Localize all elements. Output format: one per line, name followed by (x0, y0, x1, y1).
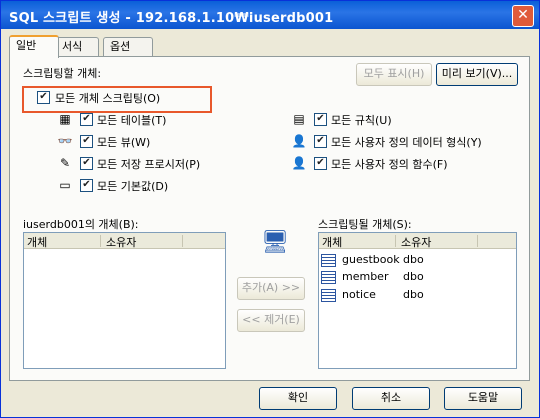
all-user-functions-checkbox[interactable]: ✔ (314, 157, 327, 170)
add-button[interactable]: 추가(A) >> (237, 277, 305, 300)
stored-procedure-icon: ✎ (59, 156, 71, 170)
remove-button[interactable]: << 제거(E) (237, 309, 305, 332)
all-defaults-checkbox[interactable]: ✔ (80, 179, 93, 192)
table-icon (321, 254, 336, 267)
all-procedures-checkbox[interactable]: ✔ (80, 157, 93, 170)
source-list-header: 개체 소유자 (24, 233, 225, 249)
close-button[interactable]: ✕ (512, 5, 534, 27)
preview-button[interactable]: 미리 보기(V)... (436, 63, 518, 86)
column-divider[interactable] (182, 235, 183, 247)
column-divider[interactable] (477, 235, 478, 247)
table-icon: ▦ (59, 112, 71, 126)
table-row[interactable]: guestbook dbo (321, 252, 513, 268)
target-list-label: 스크립팅될 개체(S): (318, 218, 412, 231)
object-owner: dbo (403, 288, 424, 301)
all-user-datatypes-label: 모든 사용자 정의 데이터 형식(Y) (331, 136, 482, 149)
tab-label: 일반 (16, 39, 37, 52)
default-icon: ▭ (59, 178, 71, 192)
table-row[interactable]: notice dbo (321, 287, 513, 303)
object-name: member (342, 270, 389, 283)
table-icon (321, 271, 336, 284)
all-views-checkbox[interactable]: ✔ (80, 135, 93, 148)
script-all-checkbox[interactable]: ✔ (37, 91, 50, 104)
title-bar[interactable]: SQL 스크립트 생성 - 192.168.1.10₩iuserdb001 ✕ (1, 1, 539, 29)
target-list-header: 개체 소유자 (319, 233, 516, 249)
all-rules-checkbox[interactable]: ✔ (314, 113, 327, 126)
show-all-button[interactable]: 모두 표시(H) (356, 63, 432, 86)
object-owner: dbo (403, 253, 424, 266)
ok-button[interactable]: 확인 (259, 387, 337, 410)
object-name: notice (342, 288, 376, 301)
all-defaults-label: 모든 기본값(D) (97, 180, 169, 193)
column-header-owner[interactable]: 소유자 (106, 234, 136, 250)
user-datatype-icon: 👤 (291, 134, 307, 148)
all-user-datatypes-checkbox[interactable]: ✔ (314, 135, 327, 148)
close-icon: ✕ (517, 7, 529, 23)
tab-label: 옵션 (110, 40, 131, 53)
user-function-icon: 👤 (291, 156, 307, 170)
all-rules-label: 모든 규칙(U) (331, 114, 392, 127)
target-object-list[interactable]: 개체 소유자 guestbook dbo member dbo notice d… (318, 232, 517, 369)
all-user-functions-label: 모든 사용자 정의 함수(F) (331, 158, 448, 171)
all-procedures-label: 모든 저장 프로시저(P) (97, 158, 201, 171)
all-views-label: 모든 뷰(W) (97, 136, 151, 149)
object-name: guestbook (342, 253, 400, 266)
column-header-object[interactable]: 개체 (27, 234, 47, 250)
script-all-label: 모든 개체 스크립팅(O) (55, 92, 161, 105)
dialog-window: SQL 스크립트 생성 - 192.168.1.10₩iuserdb001 ✕ … (0, 0, 540, 418)
object-owner: dbo (403, 270, 424, 283)
table-row[interactable]: member dbo (321, 269, 513, 285)
rule-icon: ▤ (293, 112, 305, 126)
column-divider[interactable] (395, 235, 396, 247)
all-tables-label: 모든 테이블(T) (97, 114, 167, 127)
tab-options[interactable]: 옵션 (103, 37, 153, 56)
source-object-list[interactable]: 개체 소유자 (23, 232, 226, 369)
table-icon (321, 289, 336, 302)
column-header-owner[interactable]: 소유자 (401, 234, 431, 250)
window-title: SQL 스크립트 생성 - 192.168.1.10₩iuserdb001 (9, 11, 334, 26)
source-list-label: iuserdb001의 개체(B): (23, 218, 139, 231)
tab-label: 서식 (62, 40, 83, 53)
all-tables-checkbox[interactable]: ✔ (80, 113, 93, 126)
script-objects-icon: 🖥 (261, 230, 289, 255)
tab-general[interactable]: 일반 (9, 35, 59, 58)
column-header-object[interactable]: 개체 (322, 234, 342, 250)
tab-format[interactable]: 서식 (55, 37, 99, 56)
column-divider[interactable] (100, 235, 101, 247)
view-icon: 👓 (57, 134, 73, 148)
objects-label: 스크립팅할 개체: (23, 67, 102, 80)
cancel-button[interactable]: 취소 (352, 387, 430, 410)
help-button[interactable]: 도움말 (444, 387, 522, 410)
